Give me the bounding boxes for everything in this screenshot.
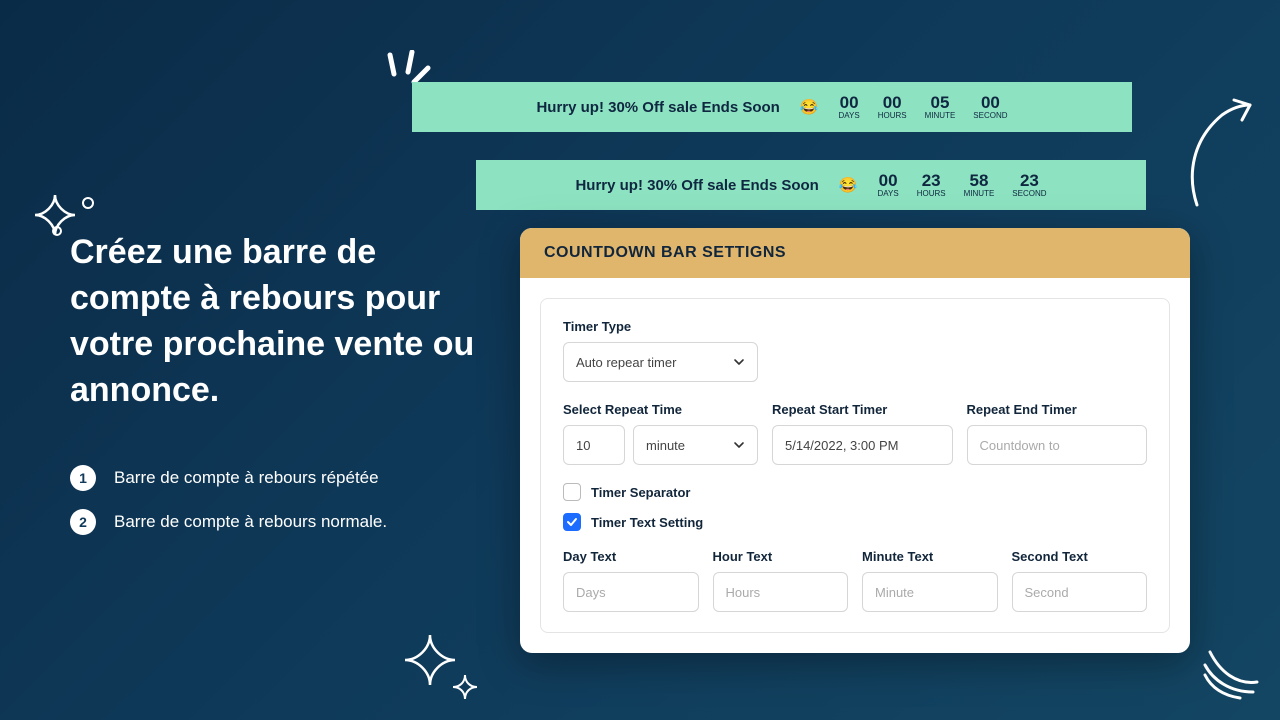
bar-text: Hurry up! 30% Off sale Ends Soon bbox=[575, 177, 818, 194]
timer-text-setting-checkbox[interactable]: Timer Text Setting bbox=[563, 513, 1147, 531]
select-repeat-label: Select Repeat Time bbox=[563, 402, 758, 417]
repeat-number-input[interactable] bbox=[563, 425, 625, 465]
hour-text-label: Hour Text bbox=[713, 549, 849, 564]
emoji-icon: 😂 bbox=[800, 98, 819, 116]
repeat-start-input[interactable] bbox=[772, 425, 953, 465]
settings-panel: COUNTDOWN BAR SETTIGNS Timer Type Auto r… bbox=[520, 228, 1190, 653]
repeat-start-label: Repeat Start Timer bbox=[772, 402, 953, 417]
bullet-number: 2 bbox=[70, 509, 96, 535]
bullet-item-1: 1 Barre de compte à rebours répétée bbox=[70, 465, 387, 491]
countdown-bar-1: Hurry up! 30% Off sale Ends Soon 😂 00 DA… bbox=[412, 82, 1132, 132]
timer-unit-days: 00 DAYS bbox=[839, 94, 860, 120]
panel-title: COUNTDOWN BAR SETTIGNS bbox=[520, 228, 1190, 278]
timer-type-label: Timer Type bbox=[563, 319, 1147, 334]
bullet-text: Barre de compte à rebours répétée bbox=[114, 468, 379, 488]
countdown-bar-2: Hurry up! 30% Off sale Ends Soon 😂 00 DA… bbox=[476, 160, 1146, 210]
chevron-down-icon bbox=[733, 439, 745, 451]
minute-text-input[interactable] bbox=[862, 572, 998, 612]
timer-unit-hours: 23 HOURS bbox=[917, 172, 946, 198]
chevron-down-icon bbox=[733, 356, 745, 368]
minute-text-label: Minute Text bbox=[862, 549, 998, 564]
day-text-label: Day Text bbox=[563, 549, 699, 564]
timer-unit-days: 00 DAYS bbox=[878, 172, 899, 198]
second-text-input[interactable] bbox=[1012, 572, 1148, 612]
hour-text-input[interactable] bbox=[713, 572, 849, 612]
timer-unit-second: 23 SECOND bbox=[1012, 172, 1046, 198]
feature-bullets: 1 Barre de compte à rebours répétée 2 Ba… bbox=[70, 465, 387, 553]
bullet-number: 1 bbox=[70, 465, 96, 491]
timer-unit-second: 00 SECOND bbox=[973, 94, 1007, 120]
timer-units: 00 DAYS 00 HOURS 05 MINUTE 00 SECOND bbox=[839, 94, 1008, 120]
page-headline: Créez une barre de compte à rebours pour… bbox=[70, 230, 490, 414]
timer-unit-minute: 05 MINUTE bbox=[925, 94, 956, 120]
checkbox-icon bbox=[563, 483, 581, 501]
bullet-text: Barre de compte à rebours normale. bbox=[114, 512, 387, 532]
repeat-end-label: Repeat End Timer bbox=[967, 402, 1148, 417]
timer-unit-hours: 00 HOURS bbox=[878, 94, 907, 120]
timer-unit-minute: 58 MINUTE bbox=[964, 172, 995, 198]
checkbox-icon bbox=[563, 513, 581, 531]
repeat-unit-select[interactable]: minute bbox=[633, 425, 758, 465]
timer-units: 00 DAYS 23 HOURS 58 MINUTE 23 SECOND bbox=[878, 172, 1047, 198]
timer-separator-checkbox[interactable]: Timer Separator bbox=[563, 483, 1147, 501]
emoji-icon: 😂 bbox=[839, 176, 858, 194]
bullet-item-2: 2 Barre de compte à rebours normale. bbox=[70, 509, 387, 535]
repeat-end-input[interactable] bbox=[967, 425, 1148, 465]
day-text-input[interactable] bbox=[563, 572, 699, 612]
bar-text: Hurry up! 30% Off sale Ends Soon bbox=[536, 99, 779, 116]
second-text-label: Second Text bbox=[1012, 549, 1148, 564]
timer-type-select[interactable]: Auto repear timer bbox=[563, 342, 758, 382]
